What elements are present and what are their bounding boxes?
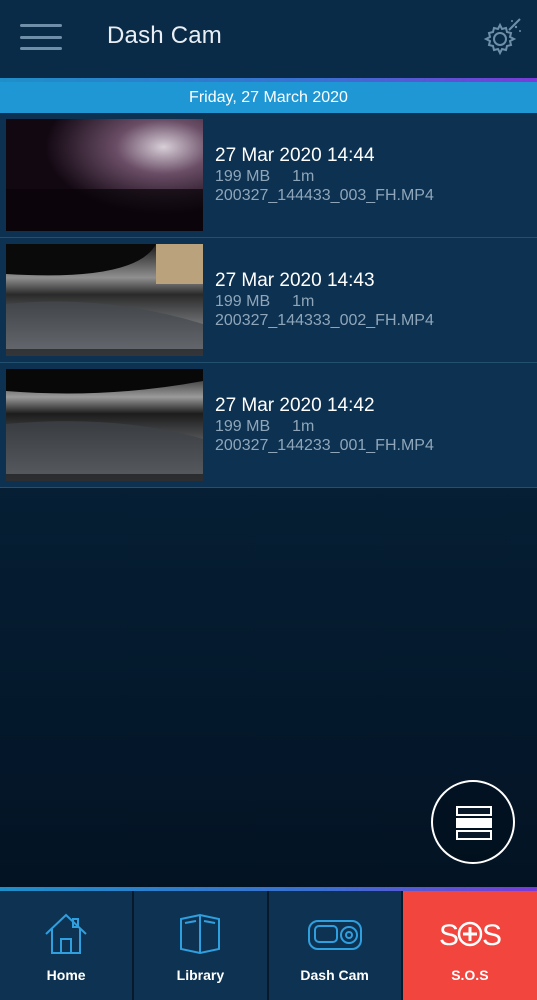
recording-row[interactable]: 27 Mar 2020 14:42 199 MB 1m 200327_144233… xyxy=(0,363,537,488)
recording-row[interactable]: 27 Mar 2020 14:44 199 MB 1m 200327_144433… xyxy=(0,113,537,238)
recording-filename: 200327_144433_003_FH.MP4 xyxy=(215,187,434,204)
library-book-icon xyxy=(177,911,223,962)
recording-datetime: 27 Mar 2020 14:44 xyxy=(215,145,375,166)
video-thumbnail xyxy=(6,244,203,356)
recording-duration: 1m xyxy=(292,168,315,185)
recording-size: 199 MB xyxy=(215,168,271,185)
view-toggle-button[interactable] xyxy=(431,780,515,864)
recording-meta: 199 MB 1m xyxy=(215,168,314,186)
video-thumbnail xyxy=(6,119,203,231)
bottom-nav: Home Library Dash Cam S S S.O.S xyxy=(0,891,537,1000)
nav-home[interactable]: Home xyxy=(0,891,135,1000)
nav-label: Library xyxy=(176,967,225,983)
nav-label: Dash Cam xyxy=(300,967,369,983)
recording-duration: 1m xyxy=(292,293,315,310)
recording-list: 27 Mar 2020 14:44 199 MB 1m 200327_144433… xyxy=(0,113,537,488)
recording-meta: 199 MB 1m xyxy=(215,293,314,311)
recording-size: 199 MB xyxy=(215,293,271,310)
svg-text:S: S xyxy=(439,919,459,952)
video-thumbnail xyxy=(6,369,203,481)
recording-meta: 199 MB 1m xyxy=(215,418,314,436)
recording-filename: 200327_144233_001_FH.MP4 xyxy=(215,437,434,454)
recording-duration: 1m xyxy=(292,418,315,435)
date-section-header: Friday, 27 March 2020 xyxy=(0,82,537,113)
hamburger-menu-icon[interactable] xyxy=(20,24,62,50)
page-title: Dash Cam xyxy=(107,22,222,49)
nav-dash-cam[interactable]: Dash Cam xyxy=(268,891,403,1000)
settings-icon[interactable] xyxy=(482,16,524,58)
dash-cam-icon xyxy=(307,911,363,962)
recording-filename: 200327_144333_002_FH.MP4 xyxy=(215,312,434,329)
recording-size: 199 MB xyxy=(215,418,271,435)
nav-label: Home xyxy=(46,967,86,983)
recording-datetime: 27 Mar 2020 14:42 xyxy=(215,395,375,416)
home-icon xyxy=(43,911,89,962)
recording-row[interactable]: 27 Mar 2020 14:43 199 MB 1m 200327_144333… xyxy=(0,238,537,363)
app-header: Dash Cam xyxy=(0,0,537,78)
nav-library[interactable]: Library xyxy=(134,891,269,1000)
nav-sos[interactable]: S S S.O.S xyxy=(402,891,537,1000)
nav-label: S.O.S xyxy=(451,967,489,983)
sos-icon: S S xyxy=(439,911,502,962)
recording-datetime: 27 Mar 2020 14:43 xyxy=(215,270,375,291)
svg-text:S: S xyxy=(482,919,501,952)
